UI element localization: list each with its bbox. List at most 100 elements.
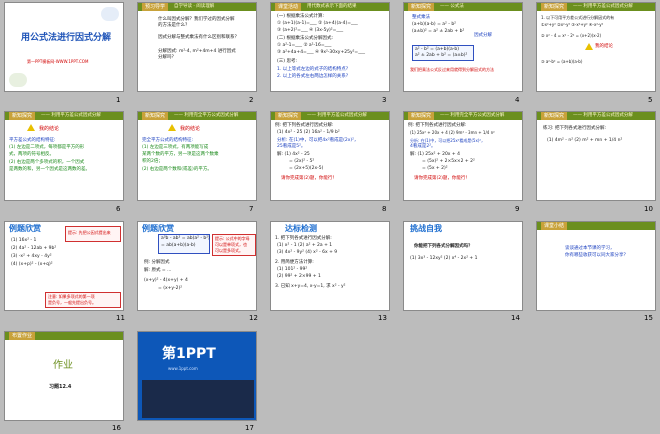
slide-number: 15 xyxy=(644,314,653,322)
slide-number: 2 xyxy=(249,96,254,104)
text-line: 解: (1) 4x² - 25 xyxy=(277,152,310,157)
slide-header: 预习导学 自学导读 · 阅读理解 xyxy=(138,3,256,11)
slide-number: 16 xyxy=(112,424,121,432)
slide-header: 新知探究 —— 利用平方差公式因式分解 xyxy=(537,112,655,120)
note-box: 注意: 如果多项式的第一项 是负号，一般先提出负号。 xyxy=(45,292,121,308)
slide-number: 1 xyxy=(116,96,121,104)
text-line: (2) 4a² - 12ab + 9b² xyxy=(11,246,57,251)
text-line: 例: 把下列各式进行因式分解: xyxy=(408,123,467,128)
text-line: (2) 右边是两个多项式的积，一个因式 xyxy=(9,160,85,165)
header-subtitle: —— 利用完全平方公式因式分解 xyxy=(440,113,505,118)
slide-heading: 作业 xyxy=(53,360,73,371)
slide-thumbnail[interactable]: 新知探究 —— 利用平方差公式因式分解 我的结论 平方差公式的结构特征: (1) … xyxy=(4,111,124,201)
slide-number: 6 xyxy=(116,205,121,213)
slide-number: 7 xyxy=(249,205,254,213)
text-line: 因式分解与整式乘法有什么区别和联系？ xyxy=(158,35,239,40)
slide-thumbnail[interactable]: 新知探究 —— 利用完全平方公式因式分解 例: 把下列各式进行因式分解: (1) … xyxy=(403,111,523,201)
text-line: 例: 分解因式 xyxy=(144,260,170,265)
slide-header: 新知探究 —— 利用完全平方公式因式分解 xyxy=(404,112,522,120)
slide-number: 10 xyxy=(644,205,653,213)
text-line: 1. 以上等式左边的式子的结构特点? xyxy=(277,67,349,72)
text-line: = ab(a+b)(a-b) xyxy=(161,243,196,248)
text-line: 谈谈通过本节课的学习， xyxy=(565,246,615,251)
header-subtitle: —— 利用平方差公式因式分解 xyxy=(307,113,367,118)
text-line: (一) 根据乘法公式计算: xyxy=(277,14,324,19)
text-line: 请你完成第(2)题，你能行！ xyxy=(281,176,337,181)
slide-thumbnail[interactable]: 例题欣赏 (1) 16x² - 1 (2) 4a² - 12ab + 9b² (… xyxy=(4,221,124,311)
slide-header: 新知探究 —— 利用平方差公式因式分解 xyxy=(5,112,123,120)
text-line: (1) 25x² + 20x + 4 (2) 9m² - 3mn + 1/4 n… xyxy=(410,130,495,135)
text-line: 2. 用简便方法计算: xyxy=(275,260,314,265)
logo-subtext: www.1ppt.com xyxy=(168,366,198,371)
slide-thumbnail[interactable]: 用公式法进行因式分解 第一PPT模板网-WWW.1PPT.COM xyxy=(4,2,124,92)
slide-number: 9 xyxy=(515,205,520,213)
text-line: = (2x)² - 5² xyxy=(289,159,315,164)
slide-thumbnail[interactable]: 课堂活动 用代数式表示下面的结果 (一) 根据乘法公式计算: ① (a+1)(a-… xyxy=(270,2,390,92)
text-line: (1) 4m² - n² (2) m² + mn + 1/4 n² xyxy=(547,138,623,143)
text-line: 我的结论 xyxy=(180,126,201,132)
star-icon xyxy=(585,43,593,50)
slide-thumbnail[interactable]: 挑战自我 你能把下列各式分解因式吗？ (1) 3x³ - 12xy² (2) x… xyxy=(403,221,523,311)
slide-header: 布置作业 xyxy=(5,332,123,340)
text-line: (3) -x² + 4xy - 4y² xyxy=(11,254,52,259)
text-line: 提示: 先把公因式提出来 xyxy=(68,230,111,235)
text-line: (x+y)² - 4(x+y) + 4 xyxy=(144,278,188,283)
header-tab: 新知探究 xyxy=(408,112,435,120)
text-line: = (2x+5)(2x-5) xyxy=(289,166,324,171)
slide-thumbnail[interactable]: 新知探究 —— 公式法 整式乘法 (a+b)(a-b) = a² - b² (a±… xyxy=(403,2,523,92)
text-line: (1) 左边是二项式，每项都是平方的形 xyxy=(9,145,85,150)
text-line: 1. 以下可用平方差公式进行分解因式的有 xyxy=(541,15,615,20)
slide-thumbnail[interactable]: 新知探究 —— 利用完全平方公式因式分解 我的结论 完全平方公式的结构特征: (1… xyxy=(137,111,257,201)
text-line: 式，两项的符号相反。 xyxy=(9,152,54,157)
slide-number: 13 xyxy=(378,314,387,322)
header-subtitle: —— 利用完全平方公式因式分解 xyxy=(174,113,239,118)
slide-thumbnail[interactable]: 新知探究 —— 利用平方差公式因式分解 例: 把下列各式进行因式分解: (1) 4… xyxy=(270,111,390,201)
slide-number: 8 xyxy=(382,205,387,213)
slide-thumbnail[interactable]: 达标检测 1. 把下列各式进行因式分解: (1) x² - 1 (2) a² +… xyxy=(270,221,390,311)
slide-title: 用公式法进行因式分解 xyxy=(21,33,112,43)
text-line: 某两个数的平方，另一项是这两个数乘 xyxy=(142,152,219,157)
text-line: a³b - ab³ = ab(a² - b²) xyxy=(161,236,210,241)
text-line: (1) 16x² - 1 xyxy=(11,238,37,243)
text-line: ② x² - 4 = x² - 2² = (x+2)(x-2) xyxy=(541,33,602,38)
header-tab: 预习导学 xyxy=(142,3,169,11)
header-subtitle: 自学导读 · 阅读理解 xyxy=(174,4,215,9)
slide-thumbnail[interactable]: 第1PPT www.1ppt.com xyxy=(137,331,257,421)
slide-header: 新知探究 —— 利用完全平方公式因式分解 xyxy=(138,112,256,120)
text-line: (1) 101² - 99² xyxy=(277,267,308,272)
slide-thumbnail[interactable]: 布置作业 作业 习题12.4 xyxy=(4,331,124,421)
slide-header: 新知探究 —— 公式法 xyxy=(404,3,522,11)
header-subtitle: —— 公式法 xyxy=(440,4,464,9)
text-line: ③ a²-b² = (a+b)(a-b) xyxy=(541,59,583,64)
text-line: ① a²-1=___ ② a²-16=___ xyxy=(277,43,332,48)
header-subtitle: —— 利用平方差公式因式分解 xyxy=(573,4,633,9)
text-line: (a+b)(a-b) = a² - b² xyxy=(412,22,456,27)
header-tab: 新知探究 xyxy=(142,112,169,120)
slide-thumbnail[interactable]: 例题欣赏 a³b - ab³ = ab(a² - b²) = ab(a+b)(a… xyxy=(137,221,257,311)
text-line: 积的2倍； xyxy=(142,159,163,164)
slide-banner: 例题欣赏 xyxy=(9,224,41,233)
text-line: 我们把乘法公式反过来用就得到分解因式的方法 xyxy=(410,67,494,72)
text-line: = (5x)² + 2×5x×2 + 2² xyxy=(422,159,475,164)
slide-number: 3 xyxy=(382,96,387,104)
text-line: 练习: 把下列各式进行因式分解: xyxy=(543,126,606,131)
slide-thumbnail[interactable]: 课堂小结 谈谈通过本节课的学习， 你有哪些收获可以同大家分享？ xyxy=(536,221,656,311)
slide-header: 课堂活动 用代数式表示下面的结果 xyxy=(271,3,389,11)
footer-band xyxy=(142,380,254,418)
logo-text: 第1PPT xyxy=(162,346,216,362)
slide-thumbnail[interactable]: 新知探究 —— 利用平方差公式因式分解 练习: 把下列各式进行因式分解: (1) … xyxy=(536,111,656,201)
text-line: 解: (1) 25x² + 20x + 4 xyxy=(410,152,460,157)
text-line: = (x+y-2)² xyxy=(158,286,183,291)
text-line: (1) 左边是三项式，有两项能写成 xyxy=(142,145,209,150)
text-line: 完全平方公式的结构特征: xyxy=(142,138,194,143)
text-line: 例: 把下列各式进行因式分解: xyxy=(275,123,334,128)
slide-thumbnail[interactable]: 预习导学 自学导读 · 阅读理解 什么叫因式分解？我们学过的因式分解 的方法是什么… xyxy=(137,2,257,92)
text-line: = (5x + 2)² xyxy=(422,166,448,171)
text-line: 我的结论 xyxy=(595,44,613,49)
slide-banner: 例题欣赏 xyxy=(142,224,174,233)
formula-box: a² - b² = (a+b)(a-b) a² ± 2ab + b² = (a±… xyxy=(412,45,474,61)
slide-number: 12 xyxy=(249,314,258,322)
header-tab: 新知探究 xyxy=(9,112,36,120)
slide-thumbnail[interactable]: 新知探究 —— 利用平方差公式因式分解 1. 以下可用平方差公式进行分解因式的有 … xyxy=(536,2,656,92)
text-line: 1. 把下列各式进行因式分解: xyxy=(275,236,332,241)
